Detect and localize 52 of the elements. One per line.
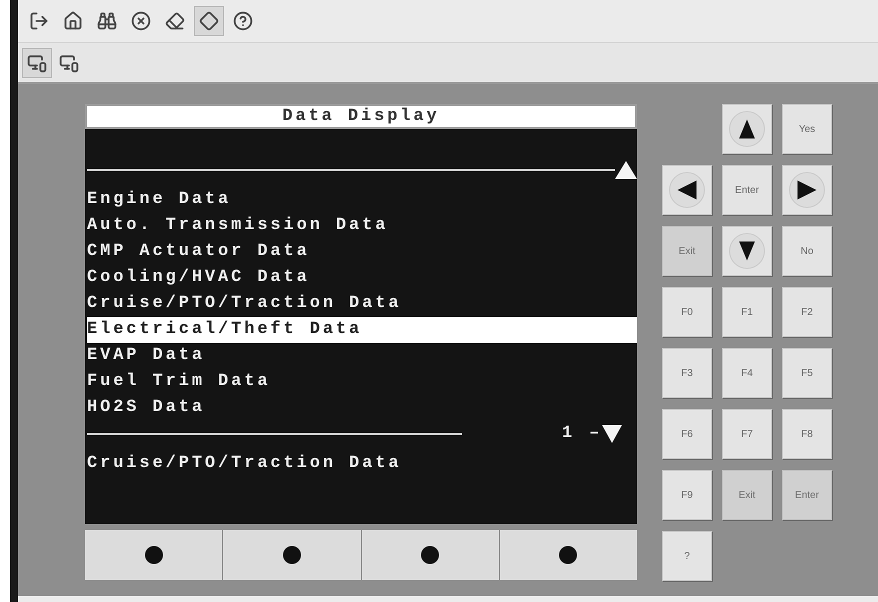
exit-icon: [29, 11, 49, 31]
keypad-key[interactable]: F7: [722, 409, 772, 459]
toolbar-button[interactable]: [194, 6, 224, 36]
keypad-key[interactable]: F2: [782, 287, 832, 337]
menu-item[interactable]: Auto. Transmission Data: [87, 213, 637, 239]
device-icon: [59, 52, 79, 72]
menu-item[interactable]: Electrical/Theft Data: [87, 317, 637, 343]
dot-icon: [282, 546, 301, 564]
page-number: 1: [562, 423, 576, 446]
help-icon: [233, 11, 253, 31]
scroll-up-icon: [615, 161, 637, 179]
keypad-key[interactable]: F0: [662, 287, 712, 337]
menu-item[interactable]: Engine Data: [87, 187, 637, 213]
keypad-key[interactable]: F1: [722, 287, 772, 337]
toolbar-button[interactable]: [22, 48, 52, 78]
keypad-key[interactable]: Yes: [782, 104, 832, 154]
keypad-key[interactable]: F8: [782, 409, 832, 459]
eraser-icon: [165, 11, 185, 31]
diamond-icon: [199, 11, 219, 31]
arrow-down-icon: [728, 232, 766, 270]
screen-title: Data Display: [282, 106, 440, 128]
stop-icon: [131, 11, 151, 31]
menu-item[interactable]: CMP Actuator Data: [87, 239, 637, 265]
arrow-left-icon: [668, 171, 706, 209]
menu-item[interactable]: EVAP Data: [87, 343, 637, 369]
page-dash: –: [589, 423, 602, 446]
keypad-key[interactable]: F6: [662, 409, 712, 459]
device-icon: [27, 52, 47, 72]
keypad-key[interactable]: No: [782, 226, 832, 276]
menu-item[interactable]: Cruise/PTO/Traction Data: [87, 291, 637, 317]
keypad-key[interactable]: ?: [662, 531, 712, 581]
keypad-key[interactable]: F3: [662, 348, 712, 398]
arrow-key[interactable]: [662, 165, 712, 215]
status-text: Cruise/PTO/Traction Data: [87, 453, 402, 475]
dot-icon: [144, 546, 163, 564]
menu-item[interactable]: Fuel Trim Data: [87, 369, 637, 395]
menu-item[interactable]: Cooling/HVAC Data: [87, 265, 637, 291]
keypad-key[interactable]: F5: [782, 348, 832, 398]
keypad-key[interactable]: Enter: [722, 165, 772, 215]
home-icon: [63, 11, 83, 31]
menu-item[interactable]: HO2S Data: [87, 395, 637, 421]
dot-icon: [421, 546, 440, 564]
arrow-right-icon: [788, 171, 826, 209]
keypad-key[interactable]: F9: [662, 470, 712, 520]
keypad-key[interactable]: F4: [722, 348, 772, 398]
arrow-up-icon: [728, 110, 766, 148]
arrow-key[interactable]: [722, 226, 772, 276]
arrow-key[interactable]: [722, 104, 772, 154]
arrow-key[interactable]: [782, 165, 832, 215]
scroll-down-icon: [602, 425, 622, 443]
dot-icon: [559, 546, 578, 564]
binoculars-icon: [97, 11, 117, 31]
